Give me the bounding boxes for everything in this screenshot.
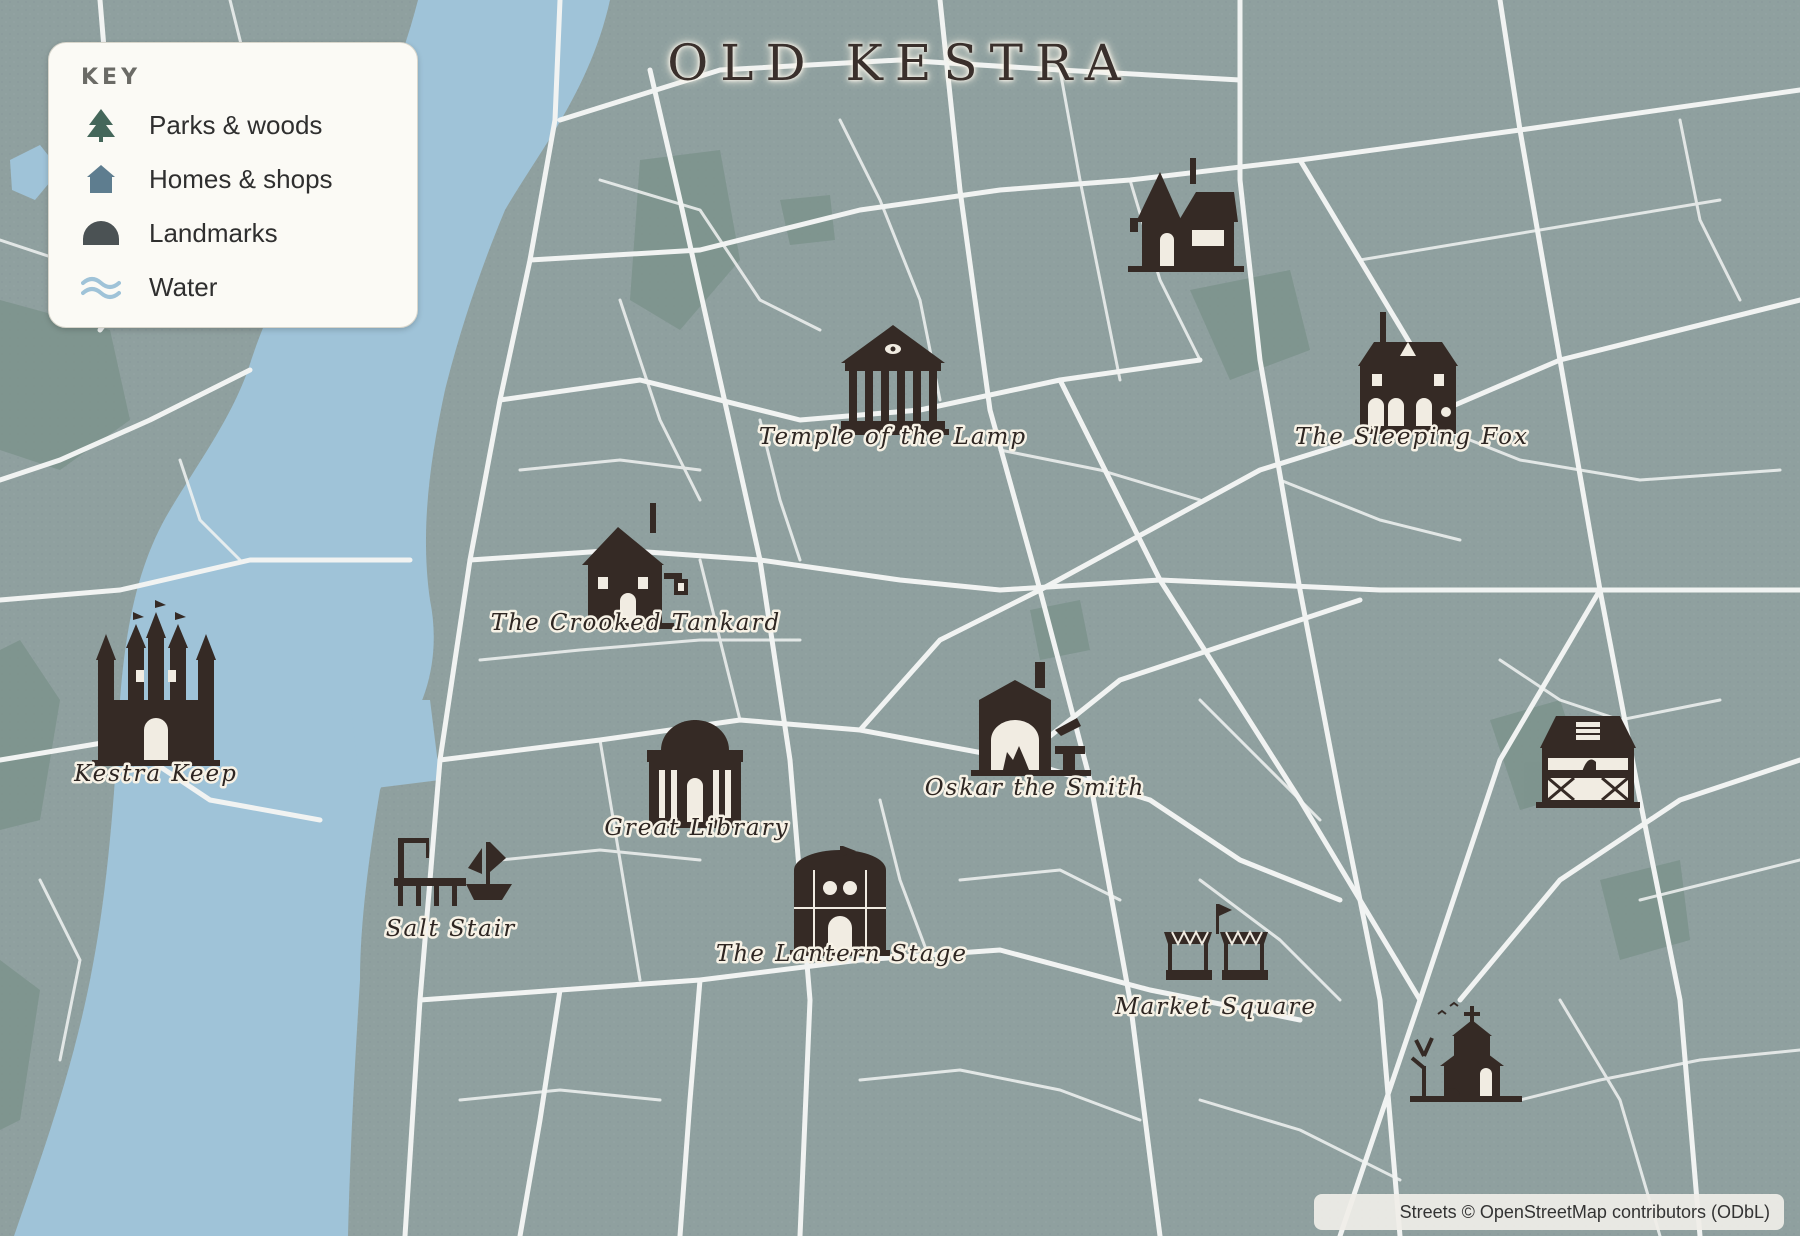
label-the-crooked-tankard[interactable]: The Crooked Tankard bbox=[488, 608, 781, 639]
key-item-landmarks: Landmarks bbox=[81, 206, 417, 260]
label-market-square[interactable]: Market Square bbox=[1112, 992, 1318, 1023]
label-temple-of-the-lamp[interactable]: Temple of the Lamp bbox=[756, 422, 1027, 453]
map-attribution[interactable]: Streets © OpenStreetMap contributors (OD… bbox=[1313, 1194, 1784, 1230]
key-label-parks: Parks & woods bbox=[149, 109, 323, 140]
house-icon bbox=[81, 159, 121, 199]
map-view[interactable]: Temple of the Lamp The Sleeping Fox The … bbox=[0, 0, 1800, 1236]
label-the-lantern-stage[interactable]: The Lantern Stage bbox=[714, 939, 969, 970]
waves-icon bbox=[81, 267, 121, 307]
key-label-water: Water bbox=[149, 271, 218, 302]
label-oskar-the-smith[interactable]: Oskar the Smith bbox=[922, 773, 1146, 804]
stable-icon[interactable] bbox=[1536, 716, 1640, 808]
theatre-icon[interactable] bbox=[790, 846, 890, 956]
label-salt-stair[interactable]: Salt Stair bbox=[383, 914, 516, 945]
map-key: KEY Parks & woods Homes & shops Landmark… bbox=[48, 42, 418, 328]
tree-icon bbox=[81, 105, 121, 145]
harbour bbox=[350, 700, 440, 790]
dome-icon bbox=[81, 213, 121, 253]
key-label-landmarks: Landmarks bbox=[149, 217, 278, 248]
key-label-homes: Homes & shops bbox=[149, 163, 333, 194]
key-item-parks: Parks & woods bbox=[81, 98, 417, 152]
label-great-library[interactable]: Great Library bbox=[602, 813, 790, 844]
key-item-homes: Homes & shops bbox=[81, 152, 417, 206]
key-title: KEY bbox=[81, 65, 142, 90]
key-item-water: Water bbox=[81, 260, 417, 314]
label-kestra-keep[interactable]: Kestra Keep bbox=[71, 759, 239, 790]
label-the-sleeping-fox[interactable]: The Sleeping Fox bbox=[1293, 422, 1530, 453]
